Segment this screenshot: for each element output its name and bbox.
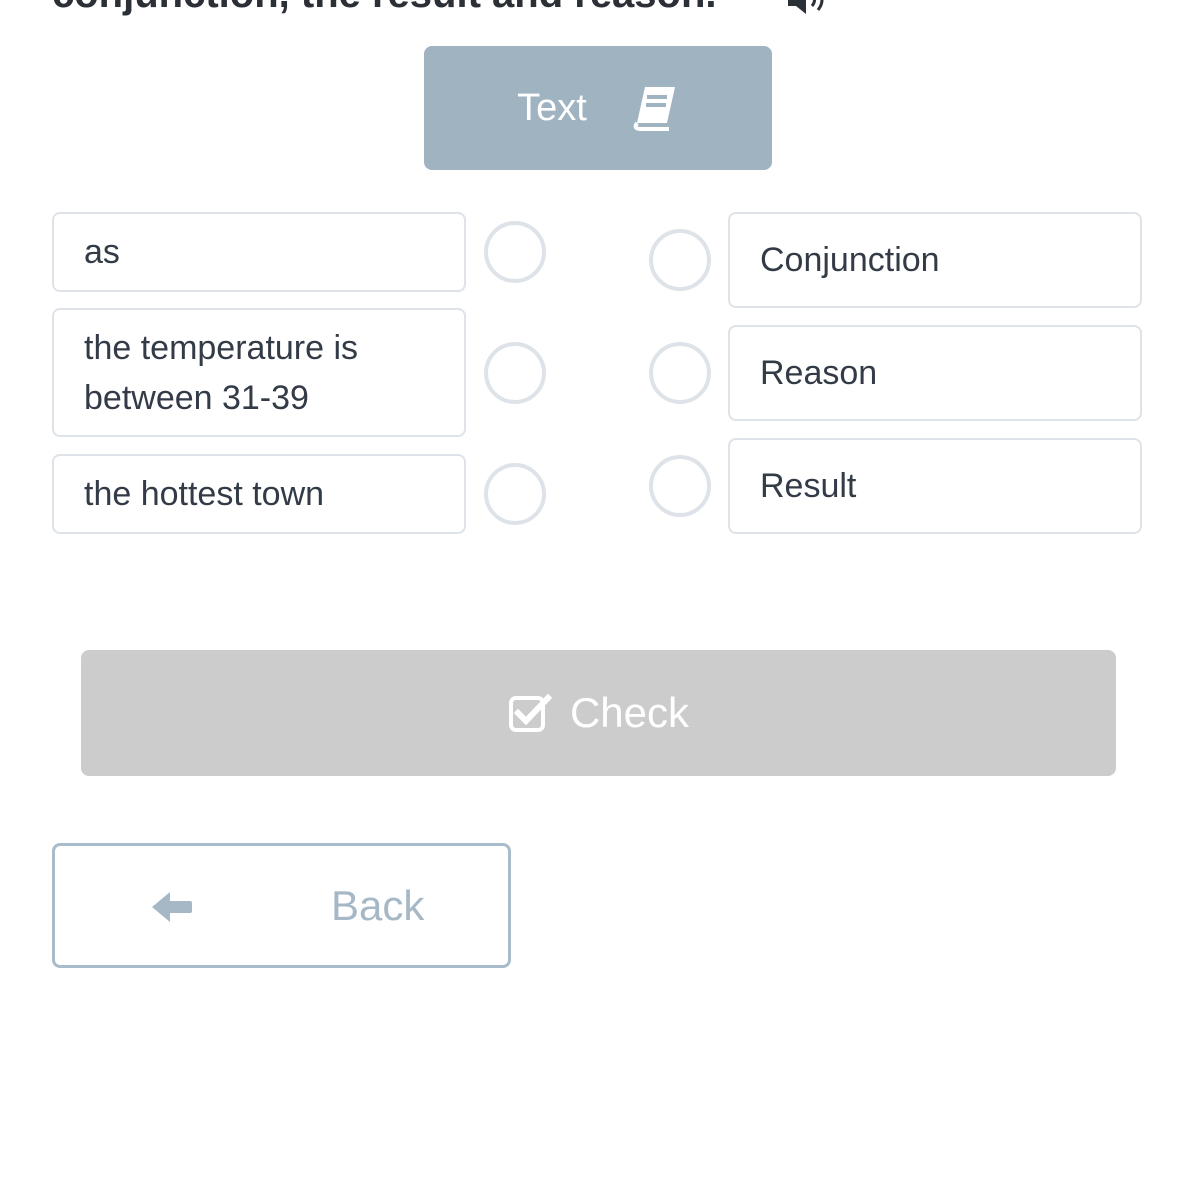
right-item-reason[interactable]: Reason	[728, 325, 1142, 421]
left-item-result[interactable]: the hottest town	[52, 454, 466, 534]
speaker-icon[interactable]	[784, 0, 832, 16]
right-radio-1[interactable]	[649, 229, 711, 291]
left-item-conjunction[interactable]: as	[52, 212, 466, 292]
left-item-label: the temperature is between 31-39	[84, 328, 359, 417]
text-button[interactable]: Text	[424, 46, 772, 170]
instruction-text: conjunction, the result and reason.	[52, 0, 717, 18]
right-item-result[interactable]: Result	[728, 438, 1142, 534]
right-radio-2[interactable]	[649, 342, 711, 404]
checkbox-icon	[508, 693, 552, 732]
check-button[interactable]: Check	[81, 650, 1116, 776]
right-item-conjunction[interactable]: Conjunction	[728, 212, 1142, 308]
back-button[interactable]: Back	[52, 843, 511, 968]
right-radio-3[interactable]	[649, 455, 711, 517]
right-item-label: Result	[760, 467, 857, 505]
right-item-label: Reason	[760, 354, 878, 392]
left-radio-1[interactable]	[484, 221, 546, 283]
left-radio-3[interactable]	[484, 463, 546, 525]
right-item-label: Conjunction	[760, 241, 940, 279]
check-button-label: Check	[569, 689, 690, 736]
left-item-label: the hottest town	[84, 475, 325, 513]
arrow-left-icon	[152, 892, 192, 922]
left-item-reason[interactable]: the temperature is between 31-39	[52, 308, 466, 437]
left-item-label: as	[84, 233, 120, 271]
left-radio-2[interactable]	[484, 342, 546, 404]
book-icon	[633, 87, 675, 131]
text-button-label: Text	[517, 86, 587, 129]
back-button-label: Back	[331, 882, 425, 929]
